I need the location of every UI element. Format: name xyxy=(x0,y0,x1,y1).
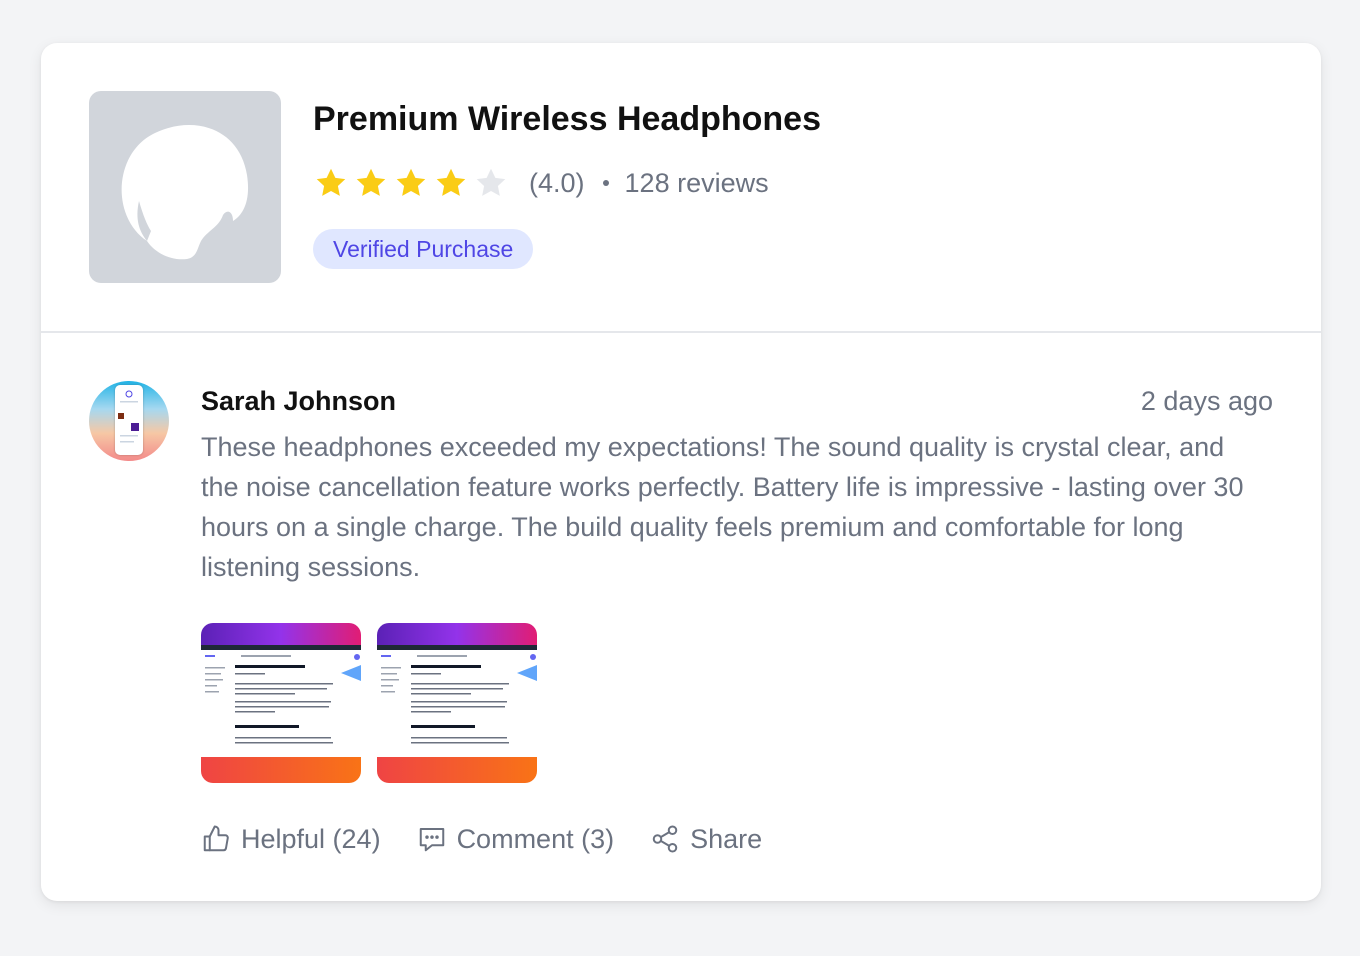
star-icon xyxy=(356,168,386,196)
star-icon xyxy=(476,168,506,196)
helpful-label: Helpful (24) xyxy=(241,823,381,854)
comment-label: Comment (3) xyxy=(456,823,615,854)
star-rating xyxy=(313,165,509,201)
review-text: These headphones exceeded my expectation… xyxy=(201,432,1244,582)
product-title: Premium Wireless Headphones xyxy=(313,100,821,138)
review-image-thumbnail[interactable] xyxy=(377,623,537,783)
rating-row: (4.0) 128 reviews xyxy=(313,166,821,200)
review-body: Sarah Johnson 2 days ago These headphone… xyxy=(201,383,1273,857)
comment-icon xyxy=(419,828,444,852)
verified-purchase-badge: Verified Purchase xyxy=(313,229,534,269)
comment-button[interactable]: Comment (3) xyxy=(417,823,615,855)
image-placeholder-icon xyxy=(121,125,249,260)
review-date: 2 days ago xyxy=(1140,386,1273,416)
product-info: Premium Wireless Headphones (4.0) 128 re… xyxy=(313,99,821,269)
rating-value: (4.0) xyxy=(529,167,585,198)
product-image xyxy=(89,91,281,283)
avatar-phone-graphic xyxy=(115,385,143,455)
review-images xyxy=(201,623,1273,783)
share-label: Share xyxy=(690,823,763,854)
separator-dot xyxy=(602,180,609,186)
review-card: Premium Wireless Headphones (4.0) 128 re… xyxy=(41,43,1321,901)
thumbs-up-icon xyxy=(203,825,229,852)
avatar xyxy=(89,381,169,461)
star-icon xyxy=(316,168,346,196)
review-count: 128 reviews xyxy=(624,167,769,198)
product-header: Premium Wireless Headphones (4.0) 128 re… xyxy=(41,43,1321,333)
share-button[interactable]: Share xyxy=(650,824,762,855)
reviewer-name: Sarah Johnson xyxy=(201,386,397,416)
helpful-button[interactable]: Helpful (24) xyxy=(201,824,381,855)
star-icon xyxy=(436,168,466,196)
review-image-thumbnail[interactable] xyxy=(201,623,361,783)
star-icon xyxy=(396,168,426,196)
review-actions: Helpful (24) Comment (3) Share xyxy=(201,821,1273,857)
share-icon xyxy=(652,825,678,853)
